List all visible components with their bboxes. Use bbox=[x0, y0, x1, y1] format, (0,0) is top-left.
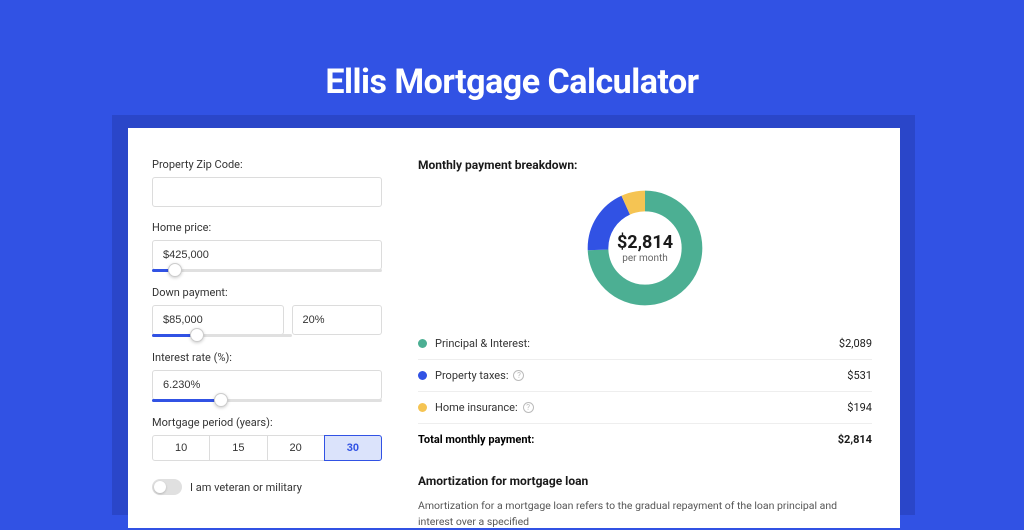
slider-handle[interactable] bbox=[168, 263, 182, 277]
period-label: Mortgage period (years): bbox=[152, 416, 382, 429]
down-payment-slider[interactable] bbox=[152, 334, 292, 337]
period-btn-15[interactable]: 15 bbox=[209, 435, 267, 461]
total-row: Total monthly payment: $2,814 bbox=[418, 424, 872, 458]
zip-input[interactable] bbox=[152, 177, 382, 207]
page-title: Ellis Mortgage Calculator bbox=[0, 0, 1024, 102]
down-payment-pct-input[interactable] bbox=[292, 305, 382, 335]
legend-label: Principal & Interest: bbox=[435, 337, 530, 350]
home-price-slider[interactable] bbox=[152, 269, 382, 272]
amortization-text: Amortization for a mortgage loan refers … bbox=[418, 498, 872, 530]
donut-chart: $2,814 per month bbox=[583, 186, 707, 310]
rate-group: Interest rate (%): bbox=[152, 351, 382, 402]
veteran-toggle[interactable] bbox=[152, 479, 182, 495]
period-buttons: 10152030 bbox=[152, 435, 382, 461]
legend-label: Home insurance:? bbox=[435, 401, 534, 414]
legend: Principal & Interest: $2,089 Property taxe… bbox=[418, 328, 872, 424]
donut-sub: per month bbox=[622, 253, 668, 264]
home-price-group: Home price: bbox=[152, 221, 382, 272]
rate-label: Interest rate (%): bbox=[152, 351, 382, 364]
info-icon[interactable]: ? bbox=[513, 370, 524, 381]
toggle-knob bbox=[154, 481, 166, 493]
legend-value: $531 bbox=[847, 369, 872, 382]
legend-row: Property taxes:? $531 bbox=[418, 360, 872, 392]
period-group: Mortgage period (years): 10152030 bbox=[152, 416, 382, 461]
zip-group: Property Zip Code: bbox=[152, 158, 382, 207]
down-payment-input[interactable] bbox=[152, 305, 284, 335]
down-payment-group: Down payment: bbox=[152, 286, 382, 337]
total-value: $2,814 bbox=[838, 433, 872, 446]
legend-dot bbox=[418, 339, 427, 348]
info-icon[interactable]: ? bbox=[523, 402, 534, 413]
form-panel: Property Zip Code: Home price: Down paym… bbox=[128, 128, 406, 528]
slider-handle[interactable] bbox=[190, 328, 204, 342]
veteran-row: I am veteran or military bbox=[152, 479, 382, 495]
donut-total: $2,814 bbox=[617, 232, 673, 253]
legend-dot bbox=[418, 371, 427, 380]
legend-value: $2,089 bbox=[839, 337, 872, 350]
legend-dot bbox=[418, 403, 427, 412]
zip-label: Property Zip Code: bbox=[152, 158, 382, 171]
legend-row: Principal & Interest: $2,089 bbox=[418, 328, 872, 360]
home-price-input[interactable] bbox=[152, 240, 382, 270]
period-btn-30[interactable]: 30 bbox=[324, 435, 382, 461]
down-payment-label: Down payment: bbox=[152, 286, 382, 299]
period-btn-20[interactable]: 20 bbox=[267, 435, 325, 461]
total-label: Total monthly payment: bbox=[418, 433, 534, 446]
rate-input[interactable] bbox=[152, 370, 382, 400]
home-price-label: Home price: bbox=[152, 221, 382, 234]
breakdown-title: Monthly payment breakdown: bbox=[418, 158, 872, 172]
legend-label: Property taxes:? bbox=[435, 369, 524, 382]
legend-row: Home insurance:? $194 bbox=[418, 392, 872, 424]
calculator-card: Property Zip Code: Home price: Down paym… bbox=[128, 128, 900, 528]
legend-value: $194 bbox=[847, 401, 872, 414]
slider-handle[interactable] bbox=[214, 393, 228, 407]
period-btn-10[interactable]: 10 bbox=[152, 435, 210, 461]
rate-slider[interactable] bbox=[152, 399, 382, 402]
breakdown-panel: Monthly payment breakdown: $2,814 per mo… bbox=[406, 128, 900, 528]
veteran-label: I am veteran or military bbox=[190, 481, 302, 494]
amortization-title: Amortization for mortgage loan bbox=[418, 474, 872, 488]
